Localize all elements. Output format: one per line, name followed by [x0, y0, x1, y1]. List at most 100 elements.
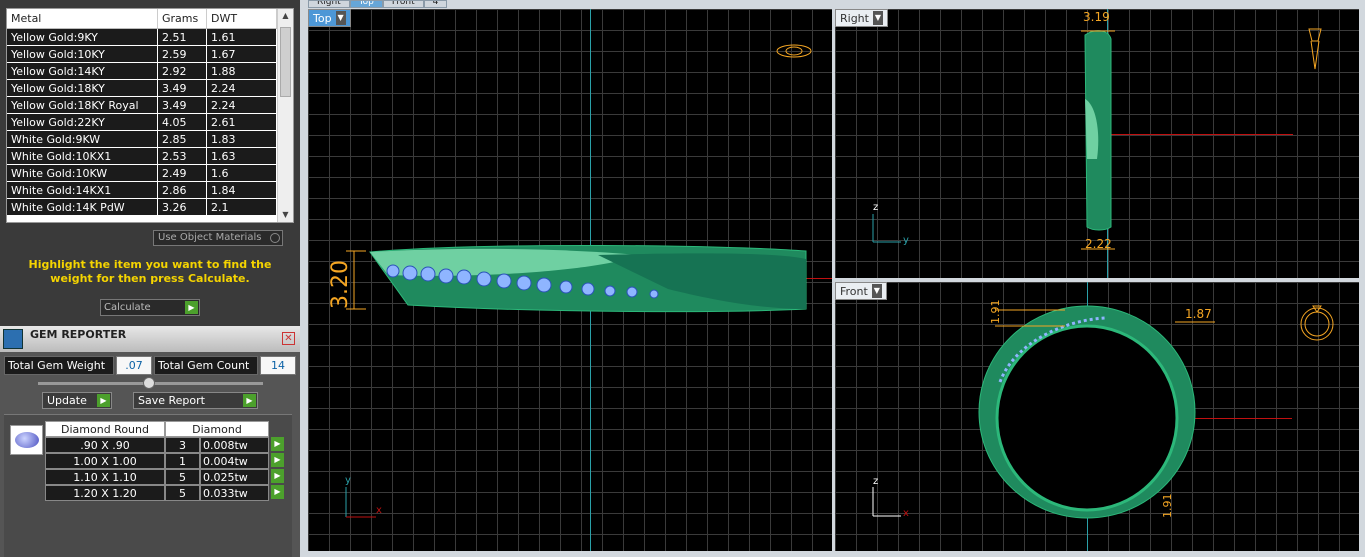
metal-name-cell: White Gold:14KX1 — [7, 182, 158, 198]
metal-name-cell: Yellow Gold:18KY — [7, 80, 158, 96]
gem-icon — [15, 432, 39, 448]
dwt-cell: 1.67 — [207, 46, 277, 62]
metal-row[interactable]: White Gold:10KX1 2.53 1.63 — [7, 148, 293, 165]
gem-reporter-icon — [3, 329, 23, 349]
gem-row[interactable]: .90 X .90 3 0.008tw ▶ — [45, 437, 284, 453]
gem-weight-cell: 0.033tw — [200, 485, 269, 501]
gem-reporter-titlebar: GEM REPORTER ✕ — [0, 326, 300, 352]
total-gem-count-value: 14 — [260, 356, 296, 375]
ring-front-drawing — [872, 305, 1334, 519]
col-grams[interactable]: Grams — [158, 9, 207, 28]
metal-name-cell: Yellow Gold:22KY — [7, 114, 158, 130]
ring-top-drawing — [345, 44, 812, 518]
dwt-cell: 1.83 — [207, 131, 277, 147]
dwt-cell: 1.84 — [207, 182, 277, 198]
dwt-cell: 1.88 — [207, 63, 277, 79]
metal-table-scrollbar[interactable]: ▲ ▼ — [277, 9, 293, 222]
grams-cell: 2.92 — [158, 63, 207, 79]
ring-thumbnail-right — [1308, 28, 1322, 70]
tab-4[interactable]: 4 — [423, 0, 448, 8]
col-diamond: Diamond — [165, 421, 269, 437]
top-viewport[interactable]: Top ▼ 3.20 y x — [308, 9, 832, 551]
gem-size-cell: 1.10 X 1.10 — [45, 469, 165, 485]
play-icon[interactable]: ▶ — [185, 301, 198, 314]
front-viewport[interactable]: Front ▼ 1.91 1.87 1.91 z x — [835, 282, 1359, 551]
col-metal[interactable]: Metal — [7, 9, 158, 28]
update-label: Update — [47, 394, 87, 407]
update-button[interactable]: Update ▶ — [42, 392, 112, 409]
use-object-materials-label: Use Object Materials — [158, 232, 262, 243]
slider-knob[interactable] — [143, 377, 155, 389]
dwt-cell: 1.6 — [207, 165, 277, 181]
metal-row[interactable]: Yellow Gold:14KY 2.92 1.88 — [7, 63, 293, 80]
gem-size-cell: 1.20 X 1.20 — [45, 485, 165, 501]
grams-cell: 2.59 — [158, 46, 207, 62]
dwt-cell: 2.61 — [207, 114, 277, 130]
gem-size-cell: .90 X .90 — [45, 437, 165, 453]
scroll-down-icon[interactable]: ▼ — [278, 208, 293, 222]
metal-table[interactable]: Metal Grams DWT Yellow Gold:9KY 2.51 1.61 Y… — [6, 8, 294, 223]
gem-row[interactable]: 1.10 X 1.10 5 0.025tw ▶ — [45, 469, 284, 485]
gem-count-cell: 3 — [165, 437, 200, 453]
metal-row[interactable]: Yellow Gold:9KY 2.51 1.61 — [7, 29, 293, 46]
metal-row[interactable]: Yellow Gold:22KY 4.05 2.61 — [7, 114, 293, 131]
play-icon[interactable]: ▶ — [271, 453, 284, 467]
metal-row[interactable]: White Gold:14K PdW 3.26 2.1 — [7, 199, 293, 216]
save-report-button[interactable]: Save Report ▶ — [133, 392, 258, 409]
gem-row[interactable]: 1.00 X 1.00 1 0.004tw ▶ — [45, 453, 284, 469]
metal-row[interactable]: Yellow Gold:18KY Royal 3.49 2.24 — [7, 97, 293, 114]
gem-size-cell: 1.00 X 1.00 — [45, 453, 165, 469]
play-icon[interactable]: ▶ — [271, 437, 284, 451]
dwt-cell: 2.1 — [207, 199, 277, 215]
col-dwt[interactable]: DWT — [207, 9, 277, 28]
axis-z-label: z — [873, 476, 879, 487]
metal-name-cell: White Gold:10KW — [7, 165, 158, 181]
tab-right[interactable]: Right — [308, 0, 350, 8]
ring-thumbnail-front — [1300, 305, 1334, 341]
tab-front[interactable]: Front — [382, 0, 424, 8]
play-icon[interactable]: ▶ — [271, 469, 284, 483]
gem-reporter-title: GEM REPORTER — [30, 328, 127, 341]
metal-row[interactable]: Yellow Gold:10KY 2.59 1.67 — [7, 46, 293, 63]
dwt-cell: 2.24 — [207, 80, 277, 96]
gem-weight-cell: 0.008tw — [200, 437, 269, 453]
grams-cell: 2.85 — [158, 131, 207, 147]
tab-top[interactable]: Top — [349, 0, 383, 8]
right-viewport[interactable]: Right ▼ 3.19 2.22 z y — [835, 9, 1359, 278]
gem-count-cell: 5 — [165, 469, 200, 485]
use-object-materials-toggle[interactable]: Use Object Materials — [153, 230, 283, 246]
play-icon[interactable]: ▶ — [97, 394, 110, 407]
gem-count-cell: 1 — [165, 453, 200, 469]
calculate-button[interactable]: Calculate ▶ — [100, 299, 200, 316]
metal-row[interactable]: White Gold:10KW 2.49 1.6 — [7, 165, 293, 182]
metal-row[interactable]: White Gold:9KW 2.85 1.83 — [7, 131, 293, 148]
splitter-slider[interactable] — [38, 377, 263, 389]
metal-row[interactable]: White Gold:14KX1 2.86 1.84 — [7, 182, 293, 199]
scroll-thumb[interactable] — [280, 27, 291, 97]
play-icon[interactable]: ▶ — [271, 485, 284, 499]
col-diamond-round: Diamond Round — [45, 421, 165, 437]
close-icon[interactable]: ✕ — [282, 332, 295, 345]
grams-cell: 2.86 — [158, 182, 207, 198]
dwt-cell: 1.63 — [207, 148, 277, 164]
scroll-up-icon[interactable]: ▲ — [278, 9, 293, 23]
dwt-cell: 1.61 — [207, 29, 277, 45]
dimension-bottom: 2.22 — [1085, 237, 1112, 251]
gem-table-header: Diamond Round Diamond — [45, 421, 269, 437]
gem-row[interactable]: 1.20 X 1.20 5 0.033tw ▶ — [45, 485, 284, 501]
total-gem-weight-label: Total Gem Weight — [4, 356, 114, 375]
viewport-area: Right Top Front 4 Top ▼ 3.20 y x Right ▼… — [300, 0, 1365, 557]
dimension-height: 3.20 — [328, 260, 353, 309]
axis-x-label: x — [376, 505, 382, 516]
radio-icon[interactable] — [270, 233, 280, 243]
grams-cell: 4.05 — [158, 114, 207, 130]
metal-table-header: Metal Grams DWT — [7, 9, 293, 29]
gem-reporter-panel: GEM REPORTER ✕ Total Gem Weight .07 Tota… — [0, 326, 300, 557]
hint-text: Highlight the item you want to find the … — [28, 258, 272, 285]
view-tabs: Right Top Front 4 — [308, 0, 448, 8]
calculate-label: Calculate — [104, 302, 151, 313]
play-icon[interactable]: ▶ — [243, 394, 256, 407]
metal-name-cell: Yellow Gold:14KY — [7, 63, 158, 79]
metal-row[interactable]: Yellow Gold:18KY 3.49 2.24 — [7, 80, 293, 97]
gem-count-cell: 5 — [165, 485, 200, 501]
